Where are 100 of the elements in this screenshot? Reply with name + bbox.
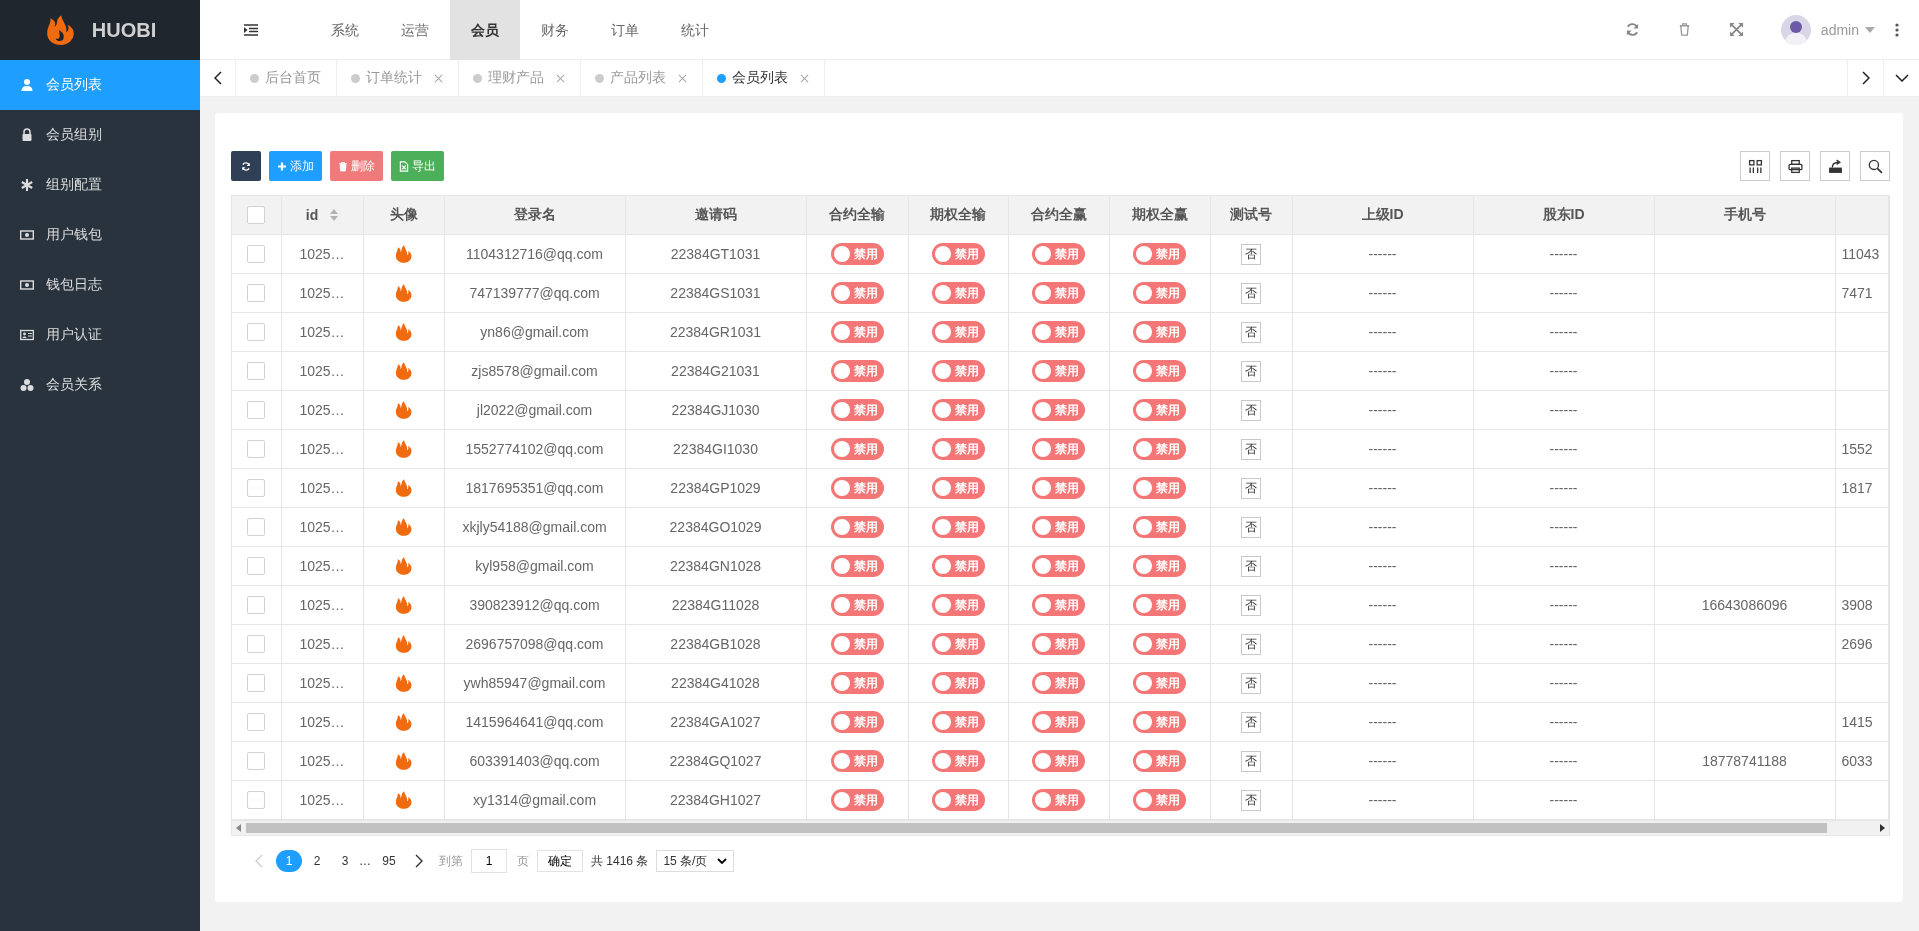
chevron-down-icon[interactable] — [1894, 74, 1909, 82]
avatar[interactable] — [1780, 14, 1811, 45]
nav-tab[interactable]: 系统 — [310, 0, 380, 60]
toggle-switch[interactable]: 禁用 — [830, 243, 884, 265]
toggle-switch[interactable]: 禁用 — [1032, 360, 1085, 382]
caret-icon[interactable] — [1865, 26, 1875, 33]
more-icon[interactable] — [1895, 22, 1899, 37]
toggle-switch[interactable]: 禁用 — [1133, 516, 1186, 538]
page-number[interactable]: 95 — [376, 850, 402, 872]
toggle-switch[interactable]: 禁用 — [1133, 789, 1186, 811]
nav-tab[interactable]: 统计 — [660, 0, 730, 60]
page-tab[interactable]: 订单统计 — [337, 60, 459, 96]
sidebar-item[interactable]: 会员关系 — [0, 360, 200, 410]
toggle-switch[interactable]: 禁用 — [1133, 438, 1186, 460]
column-header[interactable]: id — [305, 207, 319, 223]
toggle-switch[interactable]: 禁用 — [1133, 399, 1186, 421]
toggle-switch[interactable]: 禁用 — [830, 672, 884, 694]
toggle-switch[interactable]: 禁用 — [830, 789, 884, 811]
toggle-switch[interactable]: 禁用 — [830, 516, 884, 538]
row-checkbox[interactable] — [247, 440, 266, 459]
toggle-switch[interactable]: 禁用 — [931, 243, 985, 265]
refresh-icon[interactable] — [1624, 22, 1640, 37]
toggle-switch[interactable]: 禁用 — [1032, 243, 1085, 265]
page-number[interactable]: 2 — [304, 850, 330, 872]
close-icon[interactable] — [800, 73, 809, 83]
toggle-switch[interactable]: 禁用 — [830, 633, 884, 655]
columns-button[interactable] — [1740, 151, 1770, 181]
toggle-switch[interactable]: 禁用 — [931, 594, 985, 616]
page-size-select[interactable]: 15 条/页 — [656, 850, 735, 872]
toggle-switch[interactable]: 禁用 — [931, 477, 985, 499]
row-checkbox[interactable] — [247, 791, 266, 810]
toggle-switch[interactable]: 禁用 — [1032, 711, 1085, 733]
toggle-switch[interactable]: 禁用 — [931, 750, 985, 772]
sidebar-item[interactable]: 用户钱包 — [0, 210, 200, 260]
row-checkbox[interactable] — [247, 752, 266, 771]
nav-tab[interactable]: 财务 — [520, 0, 590, 60]
sidebar-item[interactable]: 钱包日志 — [0, 260, 200, 310]
chevron-left-icon[interactable] — [213, 71, 222, 85]
next-page-icon[interactable] — [415, 854, 423, 868]
toggle-switch[interactable]: 禁用 — [931, 711, 985, 733]
toggle-switch[interactable]: 禁用 — [1133, 360, 1186, 382]
toggle-switch[interactable]: 禁用 — [830, 360, 884, 382]
print-button[interactable] — [1780, 151, 1810, 181]
page-tab[interactable]: 产品列表 — [581, 60, 703, 96]
toggle-switch[interactable]: 禁用 — [1133, 594, 1186, 616]
toggle-switch[interactable]: 禁用 — [1133, 555, 1186, 577]
sidebar-item[interactable]: 会员组别 — [0, 110, 200, 160]
row-checkbox[interactable] — [247, 401, 266, 420]
toggle-switch[interactable]: 禁用 — [1032, 321, 1085, 343]
row-checkbox[interactable] — [247, 557, 266, 576]
page-number[interactable]: 1 — [276, 850, 302, 872]
sidebar-item[interactable]: 用户认证 — [0, 310, 200, 360]
sort-icon[interactable] — [330, 209, 339, 221]
export-button[interactable]: 导出 — [391, 151, 444, 181]
confirm-button[interactable]: 确定 — [537, 850, 583, 872]
sidebar-item[interactable]: 会员列表 — [0, 60, 200, 110]
toggle-switch[interactable]: 禁用 — [931, 282, 985, 304]
scroll-right-icon[interactable] — [1879, 824, 1885, 832]
page-tab[interactable]: 理财产品 — [459, 60, 581, 96]
sidebar-item[interactable]: 组别配置 — [0, 160, 200, 210]
toggle-switch[interactable]: 禁用 — [830, 321, 884, 343]
select-all-checkbox[interactable] — [247, 206, 266, 225]
delete-button[interactable]: 删除 — [330, 151, 383, 181]
row-checkbox[interactable] — [247, 713, 266, 732]
toggle-switch[interactable]: 禁用 — [1032, 672, 1085, 694]
toggle-switch[interactable]: 禁用 — [1032, 477, 1085, 499]
toggle-switch[interactable]: 禁用 — [931, 438, 985, 460]
add-button[interactable]: 添加 — [269, 151, 322, 181]
export-button[interactable] — [1820, 151, 1850, 181]
refresh-button[interactable] — [231, 151, 261, 181]
toggle-switch[interactable]: 禁用 — [931, 789, 985, 811]
close-icon[interactable] — [678, 73, 687, 83]
toggle-switch[interactable]: 禁用 — [830, 438, 884, 460]
toggle-switch[interactable]: 禁用 — [830, 555, 884, 577]
page-input[interactable]: 1 — [471, 849, 507, 873]
toggle-switch[interactable]: 禁用 — [1032, 555, 1085, 577]
toggle-switch[interactable]: 禁用 — [1032, 516, 1085, 538]
menu-icon[interactable] — [244, 23, 258, 36]
toggle-switch[interactable]: 禁用 — [1133, 321, 1186, 343]
close-icon[interactable] — [434, 73, 443, 83]
toggle-switch[interactable]: 禁用 — [1133, 243, 1186, 265]
toggle-switch[interactable]: 禁用 — [830, 282, 884, 304]
toggle-switch[interactable]: 禁用 — [931, 672, 985, 694]
toggle-switch[interactable]: 禁用 — [1133, 477, 1186, 499]
page-tab[interactable]: 后台首页 — [236, 60, 337, 96]
toggle-switch[interactable]: 禁用 — [931, 321, 985, 343]
toggle-switch[interactable]: 禁用 — [830, 477, 884, 499]
toggle-switch[interactable]: 禁用 — [830, 711, 884, 733]
row-checkbox[interactable] — [247, 674, 266, 693]
toggle-switch[interactable]: 禁用 — [1032, 438, 1085, 460]
previous-page-icon[interactable] — [255, 854, 263, 868]
row-checkbox[interactable] — [247, 635, 266, 654]
row-checkbox[interactable] — [247, 245, 266, 264]
toggle-switch[interactable]: 禁用 — [1032, 633, 1085, 655]
row-checkbox[interactable] — [247, 362, 266, 381]
user-name[interactable]: admin — [1820, 21, 1859, 38]
nav-tab[interactable]: 订单 — [590, 0, 660, 60]
scroll-left-icon[interactable] — [236, 824, 242, 832]
nav-tab[interactable]: 运营 — [380, 0, 450, 60]
toggle-switch[interactable]: 禁用 — [1133, 750, 1186, 772]
